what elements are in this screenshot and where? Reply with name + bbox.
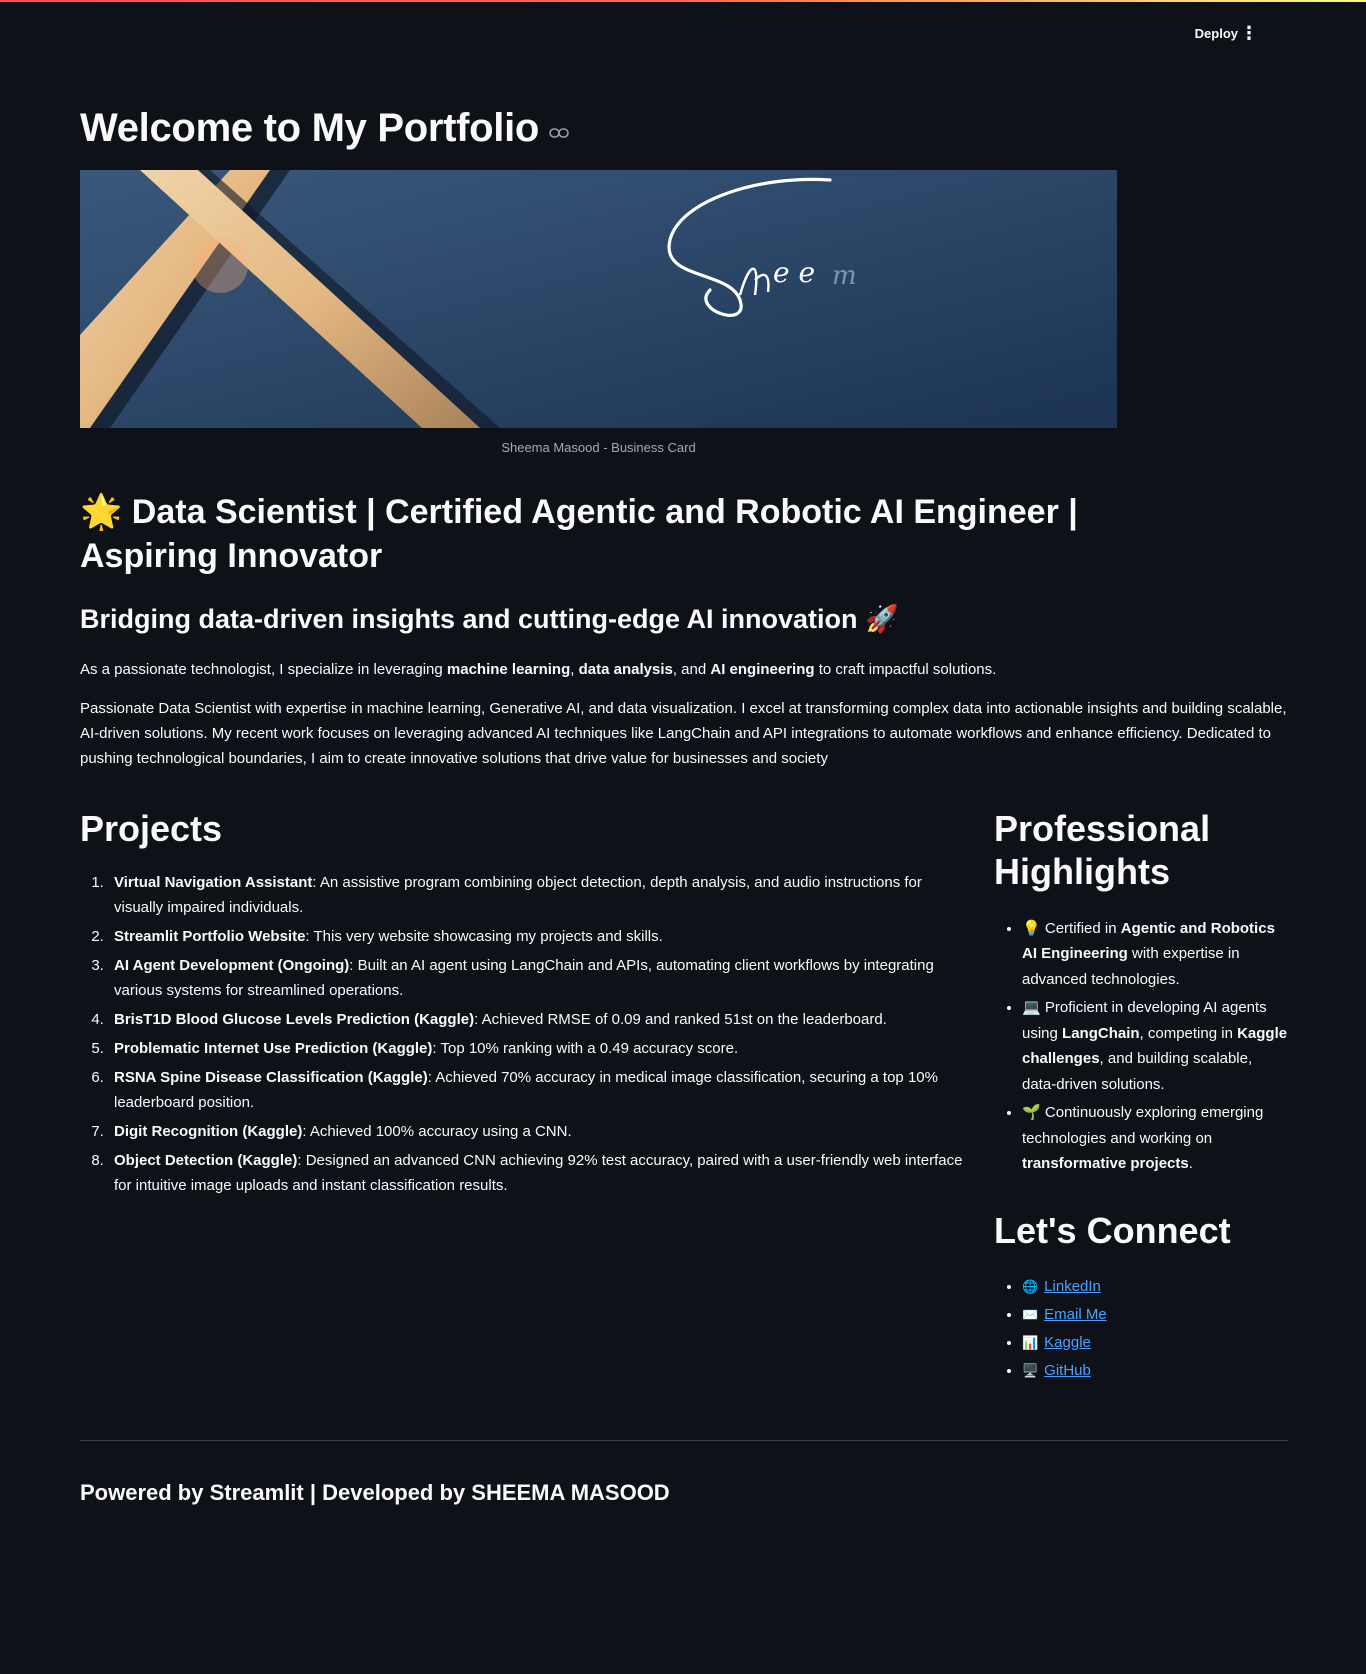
banner-artwork: e e m — [80, 170, 1117, 428]
list-item: Object Detection (Kaggle): Designed an a… — [108, 1148, 968, 1198]
connect-links-list: 🌐 LinkedIn ✉️ Email Me 📊 Kaggle 🖥️ GitHu… — [994, 1274, 1288, 1383]
highlight-text: Certified in — [1040, 919, 1121, 937]
project-desc: : Top 10% ranking with a 0.49 accuracy s… — [432, 1040, 739, 1058]
list-item: 🌱 Continuously exploring emerging techno… — [1022, 1100, 1288, 1177]
intro-text: , — [570, 661, 579, 679]
role-text: Data Scientist | Certified Agentic and R… — [80, 493, 1078, 575]
list-item: 🖥️ GitHub — [1022, 1358, 1288, 1383]
highlight-bold: transformative projects — [1022, 1155, 1189, 1172]
project-name: Object Detection (Kaggle) — [114, 1152, 298, 1170]
sidebar-column: Professional Highlights 💡 Certified in A… — [994, 807, 1288, 1386]
envelope-icon: ✉️ — [1022, 1306, 1039, 1322]
projects-column: Projects Virtual Navigation Assistant: A… — [80, 807, 968, 1386]
laptop-icon: 💻 — [1022, 999, 1041, 1016]
project-name: Problematic Internet Use Prediction (Kag… — [114, 1040, 433, 1058]
seedling-icon: 🌱 — [1022, 1104, 1041, 1121]
app-header: Deploy ⋮ — [0, 0, 1366, 60]
github-link[interactable]: GitHub — [1044, 1362, 1091, 1379]
rocket-icon: 🚀 — [865, 604, 899, 635]
highlights-list: 💡 Certified in Agentic and Robotics AI E… — [994, 916, 1288, 1177]
highlight-text: , competing in — [1139, 1024, 1238, 1042]
list-item: 💻 Proficient in developing AI agents usi… — [1022, 995, 1288, 1097]
linkedin-link[interactable]: LinkedIn — [1044, 1278, 1101, 1295]
star-icon: 🌟 — [80, 493, 123, 531]
intro-bold: AI engineering — [710, 661, 815, 679]
intro-paragraph: As a passionate technologist, I speciali… — [80, 657, 1288, 682]
kebab-menu-icon[interactable]: ⋮ — [1240, 24, 1258, 46]
two-column-section: Projects Virtual Navigation Assistant: A… — [80, 807, 1288, 1386]
email-link[interactable]: Email Me — [1044, 1306, 1107, 1323]
list-item: Virtual Navigation Assistant: An assisti… — [108, 870, 968, 920]
list-item: Streamlit Portfolio Website: This very w… — [108, 924, 968, 949]
list-item: 📊 Kaggle — [1022, 1330, 1288, 1355]
lightbulb-icon: 💡 — [1022, 919, 1041, 937]
project-name: BrisT1D Blood Glucose Levels Prediction … — [114, 1011, 475, 1029]
list-item: Problematic Internet Use Prediction (Kag… — [108, 1036, 968, 1061]
page-title: Welcome to My Portfolio — [80, 106, 540, 150]
highlight-bold: LangChain — [1062, 1024, 1140, 1042]
footer-text: Powered by Streamlit | Developed by SHEE… — [80, 1480, 670, 1505]
projects-list: Virtual Navigation Assistant: An assisti… — [80, 870, 968, 1198]
project-desc: : Achieved RMSE of 0.09 and ranked 51st … — [474, 1011, 887, 1029]
list-item: ✉️ Email Me — [1022, 1302, 1288, 1327]
tagline-heading: Bridging data-driven insights and cuttin… — [80, 602, 1288, 637]
projects-heading: Projects — [80, 808, 223, 850]
page-title-row: Welcome to My Portfolio — [80, 100, 1288, 156]
project-desc: : This very website showcasing my projec… — [305, 928, 663, 946]
intro-text: , and — [672, 661, 711, 679]
kaggle-link[interactable]: Kaggle — [1044, 1334, 1091, 1351]
deploy-button[interactable]: Deploy — [1195, 26, 1238, 41]
list-item: 💡 Certified in Agentic and Robotics AI E… — [1022, 916, 1288, 993]
summary-paragraph: Passionate Data Scientist with expertise… — [80, 700, 1287, 768]
tagline-text: Bridging data-driven insights and cuttin… — [80, 604, 858, 635]
list-item: RSNA Spine Disease Classification (Kaggl… — [108, 1065, 968, 1115]
intro-bold: data analysis — [578, 661, 673, 679]
list-item: AI Agent Development (Ongoing): Built an… — [108, 953, 968, 1003]
connect-heading: Let's Connect — [994, 1209, 1231, 1251]
project-desc: : Achieved 100% accuracy using a CNN. — [302, 1123, 572, 1141]
footer-divider — [80, 1440, 1288, 1441]
globe-icon: 🌐 — [1022, 1278, 1039, 1294]
svg-text:m: m — [832, 261, 857, 291]
list-item: 🌐 LinkedIn — [1022, 1274, 1288, 1299]
business-card-image: e e m — [80, 170, 1117, 428]
link-icon[interactable] — [549, 127, 569, 139]
role-heading: 🌟 Data Scientist | Certified Agentic and… — [80, 491, 1200, 578]
list-item: BrisT1D Blood Glucose Levels Prediction … — [108, 1007, 968, 1032]
bar-chart-icon: 📊 — [1022, 1334, 1039, 1350]
main-content: Welcome to My Portfolio e e m Sheema Mas… — [80, 100, 1288, 1386]
intro-text: As a passionate technologist, I speciali… — [80, 661, 447, 679]
list-item: Digit Recognition (Kaggle): Achieved 100… — [108, 1119, 968, 1144]
image-caption: Sheema Masood - Business Card — [501, 440, 696, 455]
project-name: RSNA Spine Disease Classification (Kaggl… — [114, 1069, 428, 1087]
intro-bold: machine learning — [446, 661, 571, 679]
project-name: Digit Recognition (Kaggle) — [114, 1123, 303, 1141]
highlight-text: . — [1188, 1155, 1193, 1172]
project-name: Streamlit Portfolio Website — [114, 928, 306, 946]
highlights-heading: Professional Highlights — [994, 808, 1211, 893]
project-name: AI Agent Development (Ongoing) — [114, 957, 350, 975]
svg-text:e e: e e — [773, 256, 815, 289]
desktop-icon: 🖥️ — [1022, 1362, 1039, 1378]
intro-text: to craft impactful solutions. — [814, 661, 997, 679]
highlight-text: Continuously exploring emerging technolo… — [1022, 1104, 1264, 1147]
project-name: Virtual Navigation Assistant — [114, 874, 313, 892]
